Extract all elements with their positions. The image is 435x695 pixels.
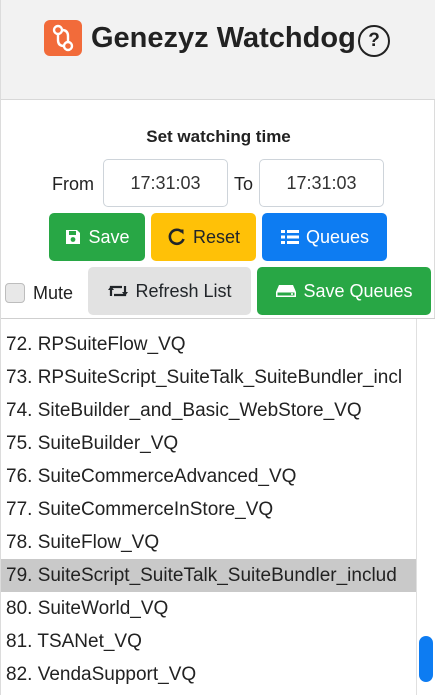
save-button[interactable]: Save (49, 213, 145, 261)
list-item[interactable]: 80. SuiteWorld_VQ (1, 592, 416, 625)
scrollbar-thumb[interactable] (419, 636, 433, 682)
reset-button-label: Reset (192, 226, 241, 247)
list-icon (280, 228, 300, 246)
queue-list[interactable]: 72. RPSuiteFlow_VQ 73. RPSuiteScript_Suit… (1, 318, 435, 695)
retweet-icon (107, 282, 129, 300)
redo-icon (167, 227, 187, 247)
app-window: Genezyz Watchdog ? Set watching time Fro… (0, 0, 435, 695)
mute-label: Mute (33, 282, 74, 303)
save-button-label: Save (88, 226, 130, 247)
list-item[interactable]: 78. SuiteFlow_VQ (1, 526, 416, 559)
genezyz-logo-icon (44, 20, 82, 56)
list-item[interactable]: 73. RPSuiteScript_SuiteTalk_SuiteBundler… (1, 361, 416, 394)
refresh-list-label: Refresh List (135, 280, 232, 301)
list-item[interactable]: 76. SuiteCommerceAdvanced_VQ (1, 460, 416, 493)
hdd-icon (275, 283, 297, 299)
mute-checkbox[interactable] (5, 283, 25, 303)
list-item[interactable]: 72. RPSuiteFlow_VQ (1, 328, 416, 361)
app-header: Genezyz Watchdog ? (1, 0, 435, 100)
question-circle-icon[interactable]: ? (358, 25, 390, 57)
list-item[interactable]: 74. SiteBuilder_and_Basic_WebStore_VQ (1, 394, 416, 427)
list-item[interactable]: 77. SuiteCommerceInStore_VQ (1, 493, 416, 526)
from-label: From (52, 174, 94, 194)
refresh-list-button[interactable]: Refresh List (88, 267, 251, 315)
list-item[interactable]: 81. TSANet_VQ (1, 625, 416, 658)
mute-toggle[interactable]: Mute (5, 280, 73, 306)
watching-time-title: Set watching time (146, 127, 291, 146)
list-item[interactable] (1, 319, 416, 328)
floppy-disk-icon (64, 228, 82, 246)
queue-list-scrollbar[interactable] (416, 319, 435, 695)
to-label: To (234, 174, 254, 194)
from-time-input[interactable] (103, 159, 228, 207)
reset-button[interactable]: Reset (151, 213, 256, 261)
queues-button-label: Queues (305, 226, 370, 247)
queues-button[interactable]: Queues (262, 213, 387, 261)
list-item[interactable]: 75. SuiteBuilder_VQ (1, 427, 416, 460)
save-queues-button[interactable]: Save Queues (257, 267, 431, 315)
queue-list-viewport: 72. RPSuiteFlow_VQ 73. RPSuiteScript_Suit… (1, 319, 416, 695)
save-queues-label: Save Queues (303, 280, 413, 301)
list-item[interactable]: 79. SuiteScript_SuiteTalk_SuiteBundler_i… (1, 559, 416, 592)
list-item[interactable]: 82. VendaSupport_VQ (1, 658, 416, 691)
app-title: Genezyz Watchdog (91, 22, 356, 54)
to-time-input[interactable] (259, 159, 384, 207)
